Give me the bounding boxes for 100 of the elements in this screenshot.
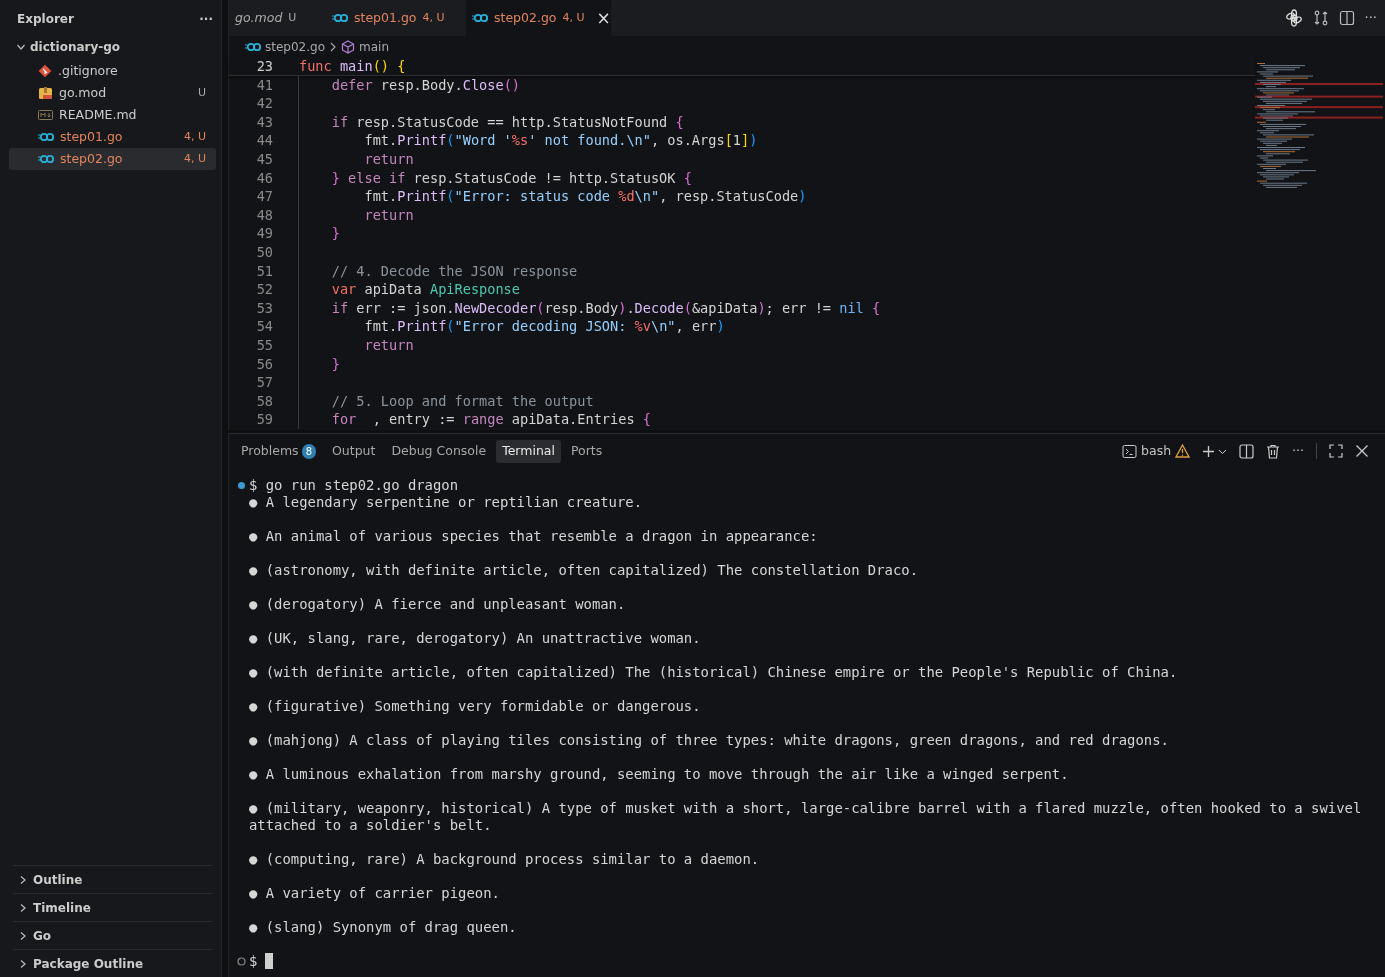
code-line: return (298, 205, 414, 225)
panel-tab[interactable]: Terminal (496, 440, 561, 463)
cube-icon (341, 39, 355, 54)
close-icon[interactable] (1355, 444, 1369, 459)
line-number: 45 (255, 149, 273, 169)
go-file-icon (472, 13, 488, 23)
code-line: // 4. Decode the JSON response (298, 261, 578, 281)
explorer-title: Explorer (17, 11, 74, 28)
line-number: 57 (255, 373, 273, 392)
definition-text: ● (astronomy, with definite article, often capitalized) The constellation Draco. (249, 561, 920, 579)
file-name: README.md (59, 105, 137, 124)
file-name: step01.go (60, 127, 123, 146)
terminal-shell-button[interactable]: bash (1122, 442, 1191, 461)
code-line: if resp.StatusCode == http.StatusNotFound { (298, 112, 684, 132)
definition-text: ● (figurative) Something very formidable or dangerous. (249, 697, 702, 715)
section-header[interactable]: Timeline (13, 893, 212, 921)
code-line: for , entry := range apiData.Entries { (298, 410, 651, 429)
file-name: step02.go (60, 149, 123, 168)
file-item[interactable]: step01.go 4, U (9, 126, 216, 148)
line-number: 43 (255, 112, 273, 132)
file-name: go.mod (59, 83, 107, 102)
markdown-file-icon (38, 109, 53, 121)
definition-text: ● (mahjong) A class of playing tiles consisting of three types: white dragons, green dragons, and red dragons. (249, 731, 1170, 749)
code-line: var apiData ApiResponse (298, 280, 520, 299)
line-number: 56 (255, 354, 273, 374)
panel-tab[interactable]: Debug Console (385, 440, 493, 463)
code-line: } (298, 224, 340, 243)
definition-text: ● (slang) Synonym of drag queen. (249, 918, 518, 936)
git-file-icon (38, 64, 52, 78)
definition-text: ● A luminous exhalation from marshy ground, seeming to move through the air like a winged serpent. (249, 765, 1070, 783)
breadcrumb-item[interactable]: main (359, 37, 389, 56)
breadcrumb-item[interactable]: step02.go (265, 37, 325, 56)
line-number: 47 (255, 187, 273, 206)
folder-row[interactable]: dictionary-go (0, 34, 221, 60)
maximize-icon[interactable] (1329, 444, 1343, 459)
flower-icon[interactable] (1284, 9, 1303, 27)
panel-tab[interactable]: Problems 8 (235, 440, 322, 463)
terminal-icon (1122, 443, 1138, 459)
plus-icon (1202, 444, 1216, 458)
terminal-cursor (265, 952, 274, 969)
more-actions-button[interactable]: ··· (1364, 8, 1377, 28)
close-tab-button[interactable]: × (596, 9, 611, 27)
line-number: 52 (255, 280, 273, 299)
file-item[interactable]: README.md (9, 104, 216, 126)
file-status-label: U (197, 84, 206, 101)
line-number: 50 (255, 242, 273, 262)
definition-text: ● (with definite article, often capitalized) The (historical) Chinese empire or the People's Republic of China. (249, 663, 1179, 681)
editor-tab[interactable]: step02.go 4, U × (466, 0, 611, 36)
file-item[interactable]: go.mod U (9, 82, 216, 104)
file-item[interactable]: .gitignore (9, 60, 216, 82)
code-line: return (298, 149, 414, 169)
section-header[interactable]: Package Outline (13, 949, 212, 977)
code-line: defer resp.Body.Close() (298, 75, 520, 95)
definition-text: ● (UK, slang, rare, derogatory) An unattractive woman. (249, 629, 702, 647)
new-terminal-button[interactable] (1202, 444, 1228, 458)
line-number: 59 (255, 410, 273, 429)
line-number: 44 (255, 131, 273, 150)
editor-tab[interactable]: go.mod U (229, 0, 326, 36)
split-editor-icon[interactable] (1338, 10, 1355, 26)
package-file-icon (38, 86, 53, 100)
file-status-label: 4, U (183, 150, 206, 167)
line-number: 23 (255, 57, 273, 75)
editor-tab[interactable]: step01.go 4, U (326, 0, 466, 36)
code-line: fmt.Printf("Error decoding JSON: %v\n", err) (298, 317, 725, 336)
file-name: .gitignore (58, 61, 118, 80)
code-line: } else if resp.StatusCode != http.StatusOK { (298, 168, 692, 188)
go-file-icon (245, 41, 261, 52)
code-line: fmt.Printf("Error: status code %d\n", resp.StatusCode) (298, 187, 807, 206)
split-terminal-icon[interactable] (1239, 443, 1255, 459)
code-line: } (298, 354, 340, 374)
line-number: 58 (255, 391, 273, 411)
go-file-icon (38, 132, 54, 142)
compare-changes-icon[interactable] (1312, 10, 1329, 26)
more-actions-button[interactable]: ··· (199, 10, 213, 28)
chevron-right-icon (329, 41, 337, 52)
line-number: 48 (255, 205, 273, 225)
code-line: func main() { (299, 57, 406, 75)
definition-text: ● (computing, rare) A background process similar to a daemon. (249, 850, 761, 868)
problem-count-badge: 8 (301, 443, 316, 459)
command-text: $ go run step02.go dragon (249, 476, 460, 494)
section-header[interactable]: Outline (13, 865, 212, 893)
go-file-icon (38, 154, 54, 164)
trash-icon[interactable] (1266, 443, 1281, 459)
definition-text: ● An animal of various species that resemble a dragon in appearance: (249, 527, 819, 545)
line-number: 49 (255, 224, 273, 243)
panel-tab[interactable]: Ports (564, 440, 609, 463)
line-number: 46 (255, 168, 273, 188)
line-number: 54 (255, 317, 273, 336)
line-number: 51 (255, 261, 273, 281)
line-number: 42 (255, 94, 273, 113)
file-item[interactable]: step02.go 4, U (9, 148, 216, 170)
file-status-label: 4, U (183, 128, 206, 145)
section-header[interactable]: Go (13, 921, 212, 949)
prompt-text: $ (249, 952, 258, 970)
code-line: fmt.Printf("Word '%s' not found.\n", os.Args[1]) (298, 131, 758, 150)
code-line: // 5. Loop and format the output (298, 391, 594, 411)
code-line: return (298, 335, 414, 355)
panel-tab[interactable]: Output (326, 440, 382, 463)
line-number: 41 (255, 75, 273, 95)
more-actions-button[interactable]: ··· (1292, 442, 1304, 461)
